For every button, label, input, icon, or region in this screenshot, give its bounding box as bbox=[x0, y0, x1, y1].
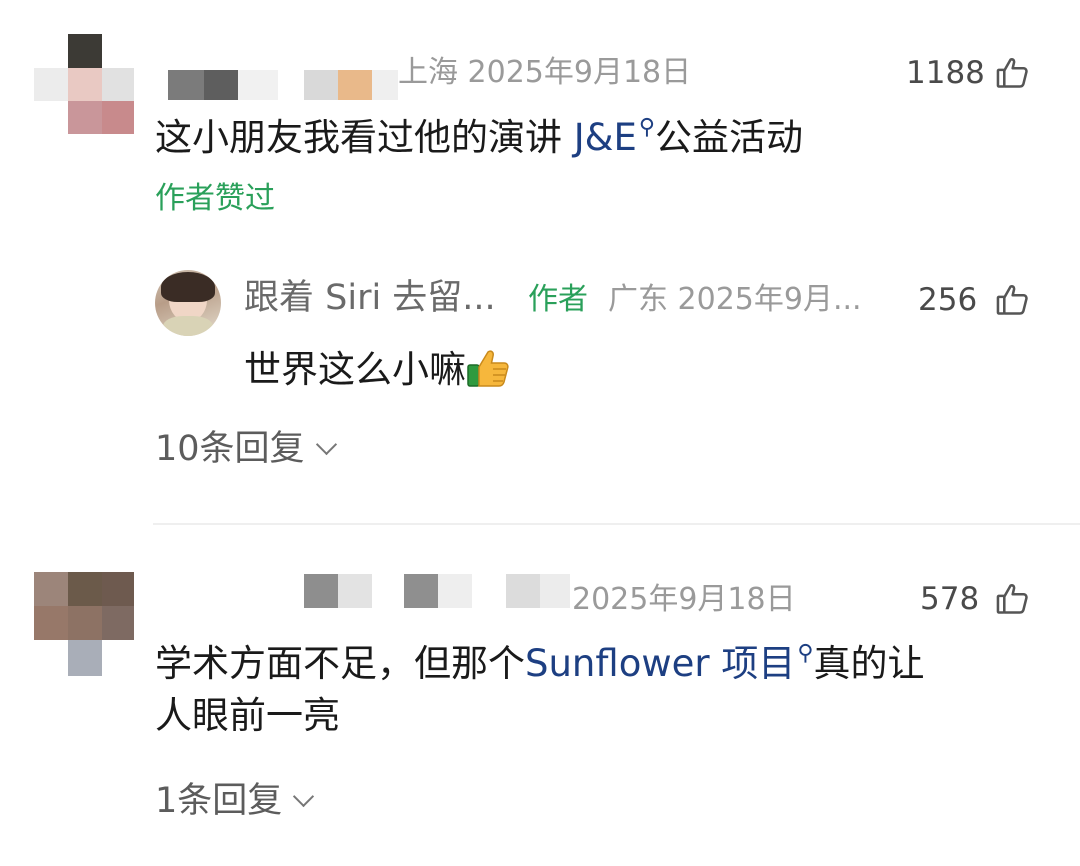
avatar-pixelated[interactable] bbox=[34, 572, 134, 676]
comment-text-part: 真的让 bbox=[813, 642, 925, 685]
comment-text-part: 这小朋友我看过他的演讲 bbox=[155, 116, 574, 159]
chevron-down-icon bbox=[315, 433, 337, 456]
avatar-pixelated[interactable] bbox=[34, 34, 134, 134]
more-replies-label: 10条回复 bbox=[155, 429, 305, 469]
comment-text-line: 人眼前一亮 bbox=[155, 694, 340, 738]
reply-like-count: 256 bbox=[918, 282, 978, 318]
magnifier-icon[interactable]: ⚲ bbox=[639, 114, 655, 143]
topic-link[interactable]: J&E bbox=[574, 116, 637, 159]
reply-like-group[interactable]: 256 bbox=[918, 281, 1036, 321]
like-group[interactable]: 578 bbox=[920, 580, 1036, 620]
chevron-down-icon bbox=[293, 785, 315, 808]
reply-text-content: 世界这么小嘛 bbox=[244, 348, 466, 391]
author-tag: 作者 bbox=[528, 282, 588, 317]
thumbs-up-icon[interactable] bbox=[994, 281, 1032, 319]
comment-location-date: 上海 2025年9月18日 bbox=[398, 55, 692, 90]
author-liked-badge: 作者赞过 bbox=[155, 181, 275, 216]
reply-username[interactable]: 跟着 Siri 去留... bbox=[244, 281, 496, 316]
comment-text-part: 学术方面不足，但那个 bbox=[155, 642, 525, 685]
comment-location-date: 2025年9月18日 bbox=[572, 582, 796, 617]
thumbs-up-icon[interactable] bbox=[994, 54, 1032, 92]
reply-location-date: 广东 2025年9月... bbox=[608, 282, 862, 317]
thumbs-up-emoji bbox=[466, 348, 510, 388]
magnifier-icon[interactable]: ⚲ bbox=[797, 640, 813, 669]
more-replies-button[interactable]: 1条回复 bbox=[155, 781, 315, 821]
comment-text-line: 学术方面不足，但那个Sunflower 项目⚲真的让 bbox=[155, 640, 1035, 688]
reply-avatar[interactable] bbox=[155, 270, 221, 336]
more-replies-button[interactable]: 10条回复 bbox=[155, 429, 337, 469]
more-replies-label: 1条回复 bbox=[155, 781, 283, 821]
divider bbox=[153, 523, 1080, 525]
like-count: 578 bbox=[920, 581, 980, 617]
thumbs-up-icon[interactable] bbox=[994, 580, 1032, 618]
like-group[interactable]: 1188 bbox=[906, 54, 1036, 94]
username-pixelated[interactable] bbox=[156, 572, 576, 612]
comment-text: 这小朋友我看过他的演讲 J&E⚲公益活动 bbox=[155, 114, 803, 162]
reply-text: 世界这么小嘛 bbox=[244, 346, 510, 394]
like-count: 1188 bbox=[906, 55, 985, 91]
topic-link[interactable]: Sunflower 项目 bbox=[525, 642, 795, 685]
comment-text: 学术方面不足，但那个Sunflower 项目⚲真的让 人眼前一亮 bbox=[155, 640, 1035, 740]
comment-text-part: 公益活动 bbox=[655, 116, 804, 159]
username-pixelated[interactable] bbox=[168, 66, 398, 100]
